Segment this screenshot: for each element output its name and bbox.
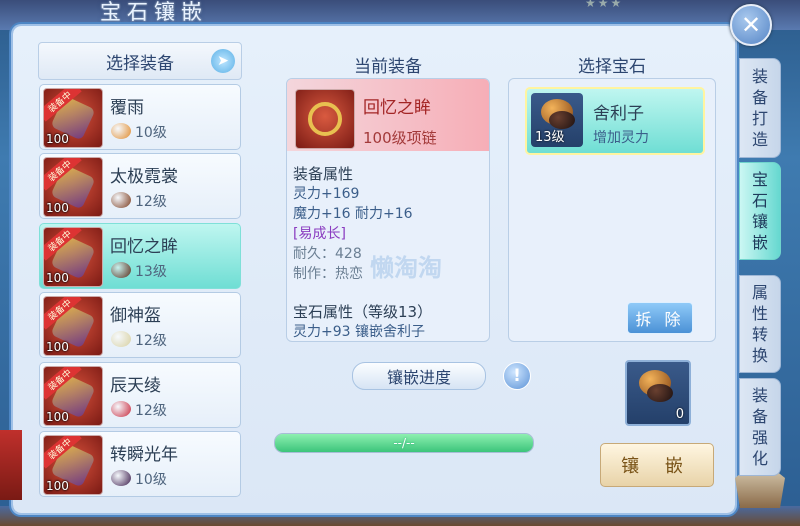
equipment-icon: 装备中 100 <box>43 157 103 217</box>
side-tab-char: 换 <box>751 346 768 365</box>
watermark: 懒淘淘 <box>370 254 442 282</box>
gem-level: 12级 <box>135 403 167 419</box>
close-button[interactable]: ✕ <box>730 4 772 46</box>
side-tab-char: 宝 <box>751 170 768 189</box>
select-gem-title: 选择宝石 <box>578 57 646 77</box>
equipment-icon: 装备中 100 <box>43 435 103 495</box>
attr-line: 灵力+169 <box>293 186 360 202</box>
equipment-name: 覆雨 <box>110 98 144 118</box>
equipment-header: 回忆之眸 100级项链 <box>287 79 489 151</box>
equipment-name: 回忆之眸 <box>110 237 178 257</box>
equipment-icon: 装备中 100 <box>43 296 103 356</box>
equipment-level: 100 <box>46 201 69 215</box>
progress-text: --/-- <box>393 436 415 450</box>
equipment-level: 100 <box>46 132 69 146</box>
equipment-level: 100 <box>46 479 69 493</box>
side-tab-char: 装 <box>751 67 768 86</box>
gem-icon <box>111 123 131 139</box>
equipment-item[interactable]: 装备中 100 回忆之眸 13级 <box>39 223 241 289</box>
gem-icon <box>111 470 131 486</box>
side-tab[interactable]: 装备打造 <box>739 58 781 158</box>
equipment-item[interactable]: 装备中 100 转瞬光年 10级 <box>39 431 241 497</box>
select-equipment-header: 选择装备 ➤ <box>38 42 242 80</box>
equipment-item[interactable]: 装备中 100 覆雨 10级 <box>39 84 241 150</box>
gem-icon <box>111 262 131 278</box>
special-attr: [易成长] <box>293 226 346 242</box>
equipment-level: 100 <box>46 410 69 424</box>
gem-level: 12级 <box>135 194 167 210</box>
current-equipment-title: 当前装备 <box>354 57 422 77</box>
inlay-progress-label: 镶嵌进度 <box>352 362 486 390</box>
equipment-icon: 装备中 100 <box>43 366 103 426</box>
side-tab-char: 备 <box>751 88 768 107</box>
gem-level: 10级 <box>135 125 167 141</box>
side-tab-char: 备 <box>751 407 768 426</box>
gem-item[interactable]: 13级 舍利子 增加灵力 <box>525 87 705 155</box>
side-tab-char: 化 <box>751 449 768 468</box>
maker: 制作：热恋 <box>293 266 363 282</box>
equipment-name: 转瞬光年 <box>110 445 178 465</box>
gem-icon: 13级 <box>531 93 583 147</box>
side-tab-char: 性 <box>751 304 768 323</box>
arrow-icon[interactable]: ➤ <box>211 49 235 73</box>
gem-icon <box>111 331 131 347</box>
equipment-list: 选择装备 ➤ <box>38 42 242 80</box>
equipment-item[interactable]: 装备中 100 辰天绫 12级 <box>39 362 241 428</box>
gem-slot[interactable]: 0 <box>625 360 691 426</box>
equipment-name: 御神盔 <box>110 306 161 326</box>
side-tab-char: 镶 <box>751 212 768 231</box>
side-tab-char: 强 <box>751 428 768 447</box>
gem-count: 0 <box>675 407 684 422</box>
equipment-detail-card: 回忆之眸 100级项链 装备属性 灵力+169 魔力+16 耐力+16 [易成长… <box>286 78 490 342</box>
inlay-progress-bar: --/-- <box>274 433 534 453</box>
side-tab-char: 打 <box>751 109 768 128</box>
gem-attr-title: 宝石属性（等级13） <box>293 303 433 321</box>
window-title: 宝石镶嵌 <box>100 0 208 24</box>
equipment-name: 太极霓裳 <box>110 167 178 187</box>
gem-level: 13级 <box>535 130 565 145</box>
side-tab[interactable]: 装备强化 <box>739 378 781 476</box>
gem-icon <box>111 401 131 417</box>
gem-level: 12级 <box>135 333 167 349</box>
side-tab-char: 装 <box>751 386 768 405</box>
equipment-icon: 装备中 100 <box>43 88 103 148</box>
side-tab-char: 属 <box>751 283 768 302</box>
banner-decoration <box>0 430 22 500</box>
equipment-item[interactable]: 装备中 100 太极霓裳 12级 <box>39 153 241 219</box>
info-icon[interactable]: ! <box>503 362 531 390</box>
equipment-level: 100 <box>46 271 69 285</box>
durability: 耐久：428 <box>293 246 362 262</box>
equipment-type: 100级项链 <box>363 129 437 147</box>
equipment-name: 辰天绫 <box>110 376 161 396</box>
equipment-icon: 装备中 100 <box>43 227 103 287</box>
equipment-item[interactable]: 装备中 100 御神盔 12级 <box>39 292 241 358</box>
star-icons: ★★★ <box>585 0 624 10</box>
gem-attr-line: 灵力+93 镶嵌舍利子 <box>293 324 425 340</box>
side-tab-char: 转 <box>751 325 768 344</box>
side-tab[interactable]: 宝石镶嵌 <box>739 162 781 260</box>
equipment-name: 回忆之眸 <box>363 98 431 118</box>
inlay-button[interactable]: 镶 嵌 <box>600 443 714 487</box>
side-tab-char: 造 <box>751 130 768 149</box>
equipment-level: 100 <box>46 340 69 354</box>
gem-name: 舍利子 <box>593 104 644 124</box>
attr-line: 魔力+16 耐力+16 <box>293 206 413 222</box>
gem-icon <box>111 192 131 208</box>
gem-description: 增加灵力 <box>593 130 649 146</box>
remove-button[interactable]: 拆 除 <box>627 302 693 334</box>
gem-level: 10级 <box>135 472 167 488</box>
gem-level: 13级 <box>135 264 167 280</box>
attr-title: 装备属性 <box>293 165 354 183</box>
side-tab[interactable]: 属性转换 <box>739 275 781 373</box>
necklace-icon <box>295 89 355 149</box>
select-equipment-label: 选择装备 <box>106 53 174 74</box>
side-tab-char: 石 <box>751 191 768 210</box>
side-tab-char: 嵌 <box>751 233 768 252</box>
